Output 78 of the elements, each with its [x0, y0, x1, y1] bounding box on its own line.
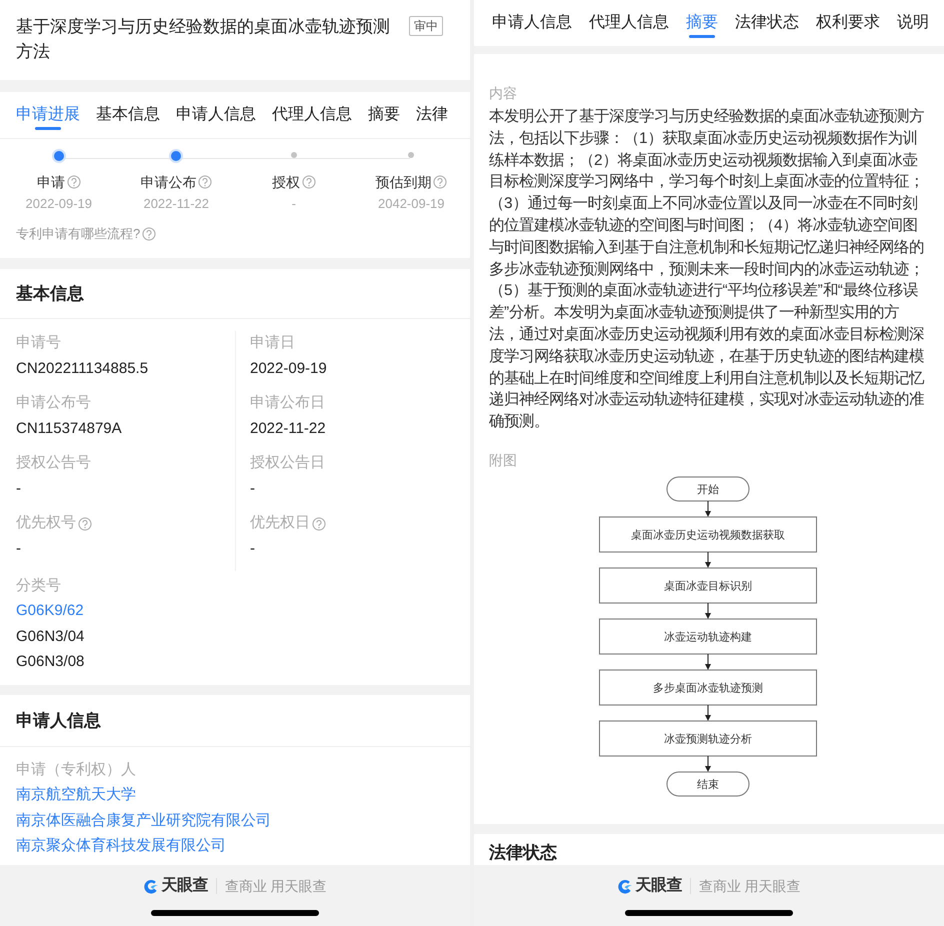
field-value: CN115374879A — [16, 419, 123, 439]
status-badge: 审中 — [409, 16, 443, 36]
applicant-link[interactable]: 南京体医融合康复产业研究院有限公司 — [16, 808, 454, 833]
logo-icon — [143, 878, 160, 894]
flowchart-terminal: 结束 — [666, 771, 750, 796]
tab[interactable]: 法律 — [416, 92, 448, 138]
brand-name: 天眼查 — [161, 876, 208, 896]
arrow — [705, 551, 711, 568]
classification-link[interactable]: G06K9/62 — [16, 598, 454, 624]
help-icon[interactable] — [302, 175, 316, 189]
step-label: 申请 — [36, 173, 65, 192]
section-heading: 法律状态 — [489, 842, 558, 864]
help-icon[interactable] — [198, 175, 212, 189]
help-icon[interactable] — [78, 516, 92, 530]
abstract-text: 本发明公开了基于深度学习与历史经验数据的桌面冰壶轨迹预测方法，包括以下步骤：（1）获取桌面冰壶历史运动视频数据作为训练样本数据；（2）将桌面冰壶历史运动视频数据输入到桌面冰壶目标检测深度学习网络中，学习每个时刻上桌面冰壶的位置特征；（3）通过每一时刻桌面上不同冰壶位置以及同一冰壶在不同时刻的位置建模冰壶轨迹的空间图与时间图；（4）将冰壶轨迹空间图与时间图数据输入到基于自注意机制和长短期记忆递归神经网络的多步冰壶轨迹预测网络中，预测未来一段时间内的冰壶运动轨迹；（5）基于预测的桌面冰壶轨迹进行“平均位移误差”和“最终位移误差”分析。本发明为桌面冰壶轨迹预测提供了一种新型实用的方法，通过对桌面冰壶历史运动视频利用有效的桌面冰壶目标检测深度学习网络获取冰壶历史运动轨迹，在基于历史轨迹的图结构建模的基础上在时间维度和空间维度上利用自注意机制以及长短期记忆递归神经网络对冰壶运动轨迹特征建模，实现对冰壶运动轨迹的准确预测。 — [489, 107, 926, 432]
field-value: - — [16, 479, 22, 499]
arrow — [705, 755, 711, 772]
tab[interactable]: 申请人信息 — [492, 0, 572, 46]
tab[interactable]: 基本信息 — [96, 92, 160, 138]
tab[interactable]: 摘要 — [368, 92, 400, 138]
section-heading: 申请人信息 — [16, 710, 101, 732]
tab[interactable]: 权利要求 — [816, 0, 880, 46]
flowchart-step: 桌面冰壶历史运动视频数据获取 — [599, 516, 817, 552]
tab[interactable]: 代理人信息 — [589, 0, 669, 46]
flowchart-step: 多步桌面冰壶轨迹预测 — [599, 669, 817, 706]
field-label: 授权公告日 — [250, 453, 325, 474]
tab[interactable]: 代理人信息 — [272, 92, 352, 138]
flowchart-terminal: 开始 — [666, 476, 750, 502]
arrow — [705, 653, 711, 670]
tab[interactable]: 法律状态 — [735, 0, 799, 46]
applicant-link[interactable]: 南京航空航天大学 — [16, 782, 454, 808]
section-heading: 基本信息 — [16, 282, 84, 305]
step-date: 2042-09-19 — [378, 195, 444, 213]
field-label: 分类号 — [16, 576, 62, 596]
step-date: 2022-09-19 — [26, 195, 92, 213]
help-icon[interactable] — [312, 516, 326, 530]
field-label: 申请号 — [16, 333, 61, 354]
field-label: 授权公告号 — [16, 453, 91, 474]
flowchart-step: 冰壶运动轨迹构建 — [599, 618, 817, 654]
step-label: 授权 — [272, 173, 300, 192]
flowchart-step: 桌面冰壶目标识别 — [599, 567, 817, 604]
step-label: 预估到期 — [375, 173, 432, 192]
logo-icon — [617, 878, 634, 894]
tab[interactable]: 申请人信息 — [176, 92, 256, 138]
field-value: - — [250, 539, 256, 559]
section-label: 内容 — [489, 84, 518, 103]
step-date: 2022-11-22 — [143, 195, 210, 213]
field-value: 2022-09-19 — [250, 359, 328, 379]
slogan: 查商业 用天眼查 — [224, 876, 327, 896]
field-label: 申请日 — [250, 333, 295, 354]
classification-code: G06N3/08 — [16, 652, 86, 672]
field-label: 申请公布号 — [16, 393, 91, 414]
help-icon[interactable] — [66, 175, 81, 189]
slogan: 查商业 用天眼查 — [698, 876, 801, 896]
field-value: - — [16, 539, 22, 559]
help-icon[interactable] — [142, 226, 156, 241]
tab[interactable]: 说明 — [897, 0, 929, 46]
arrow — [705, 704, 711, 721]
tab[interactable]: 摘要 — [686, 0, 718, 46]
field-value: 2022-11-22 — [250, 419, 327, 439]
step-label: 申请公布 — [140, 173, 196, 192]
tab[interactable]: 申请进展 — [16, 92, 80, 138]
field-label: 申请公布日 — [250, 393, 325, 414]
patent-title: 基于深度学习与历史经验数据的桌面冰壶轨迹预测方法 — [16, 16, 391, 63]
arrow — [705, 602, 711, 619]
section-label: 附图 — [489, 450, 518, 470]
arrow — [705, 500, 711, 517]
classification-code: G06N3/04 — [16, 626, 86, 646]
field-label: 申请（专利权）人 — [16, 760, 137, 780]
field-value: CN202211134885.5 — [16, 359, 150, 379]
field-label: 优先权号 — [16, 513, 76, 534]
flowchart-step: 冰壶预测轨迹分析 — [599, 720, 817, 756]
step-date: - — [292, 195, 296, 213]
applicant-link[interactable]: 南京聚众体育科技发展有限公司 — [16, 833, 454, 858]
help-icon[interactable] — [433, 175, 448, 189]
field-value: - — [250, 479, 256, 499]
brand-name: 天眼查 — [635, 876, 682, 896]
field-label: 优先权日 — [250, 513, 310, 534]
